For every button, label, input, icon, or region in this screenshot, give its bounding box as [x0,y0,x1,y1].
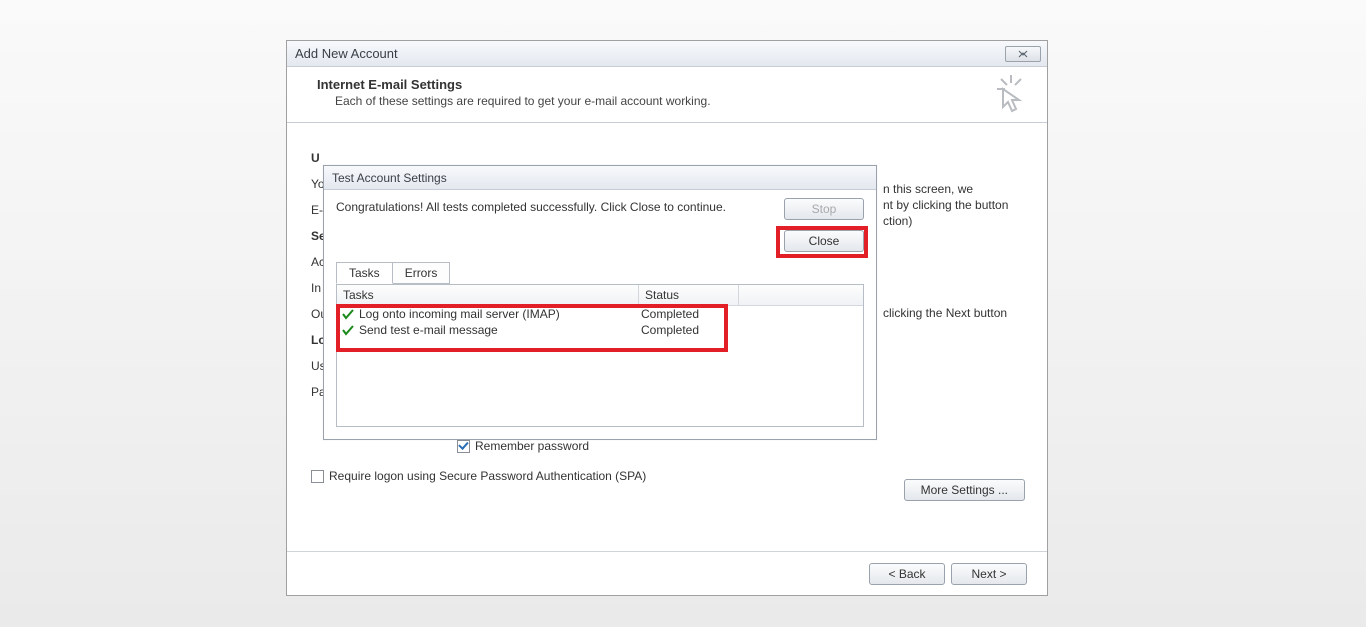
spa-label: Require logon using Secure Password Auth… [329,469,646,483]
more-settings-wrap: More Settings ... [904,479,1025,501]
window-close-button[interactable] [1005,46,1041,62]
back-button[interactable]: < Back [869,563,945,585]
col-spacer [739,285,863,305]
remember-password-label: Remember password [475,439,589,453]
task-name: Send test e-mail message [359,323,641,337]
close-button[interactable]: Close [784,230,864,252]
test-success-message: Congratulations! All tests completed suc… [336,200,726,214]
task-row: Log onto incoming mail server (IMAP) Com… [337,306,863,322]
column-headers: Tasks Status [337,285,863,306]
remember-password-checkbox[interactable] [457,440,470,453]
dialog-footer: < Back Next > [287,551,1047,595]
test-dialog-body: Congratulations! All tests completed suc… [324,190,876,439]
more-settings-button[interactable]: More Settings ... [904,479,1025,501]
col-tasks-header: Tasks [337,285,639,305]
next-button[interactable]: Next > [951,563,1027,585]
tasks-panel: Tasks Status Log onto incoming mail serv… [336,284,864,427]
close-button-wrap: Close [784,230,864,252]
cursor-sparkle-icon [987,73,1027,113]
close-icon [1016,50,1030,58]
task-row: Send test e-mail message Completed [337,322,863,338]
remember-password-row: Remember password [457,439,589,453]
titlebar: Add New Account [287,41,1047,67]
checkmark-icon [337,308,359,320]
header-title: Internet E-mail Settings [317,77,1027,92]
tab-tasks[interactable]: Tasks [336,262,393,284]
task-status: Completed [641,307,739,321]
task-name: Log onto incoming mail server (IMAP) [359,307,641,321]
header-strip: Internet E-mail Settings Each of these s… [287,67,1047,123]
stop-button-wrap: Stop [784,198,864,220]
window-title: Add New Account [295,46,398,61]
stop-button[interactable]: Stop [784,198,864,220]
col-status-header: Status [639,285,739,305]
checkmark-icon [337,324,359,336]
tabstrip: Tasks Errors [336,262,449,284]
test-dialog-title: Test Account Settings [324,166,876,190]
spa-checkbox[interactable] [311,470,324,483]
header-subtitle: Each of these settings are required to g… [317,94,1027,108]
task-status: Completed [641,323,739,337]
tab-errors[interactable]: Errors [392,262,451,284]
obscured-right-text: n this screen, we nt by clicking the but… [883,181,1008,321]
spa-row: Require logon using Secure Password Auth… [311,469,646,483]
task-rows: Log onto incoming mail server (IMAP) Com… [337,306,863,338]
test-account-settings-dialog: Test Account Settings Congratulations! A… [323,165,877,440]
